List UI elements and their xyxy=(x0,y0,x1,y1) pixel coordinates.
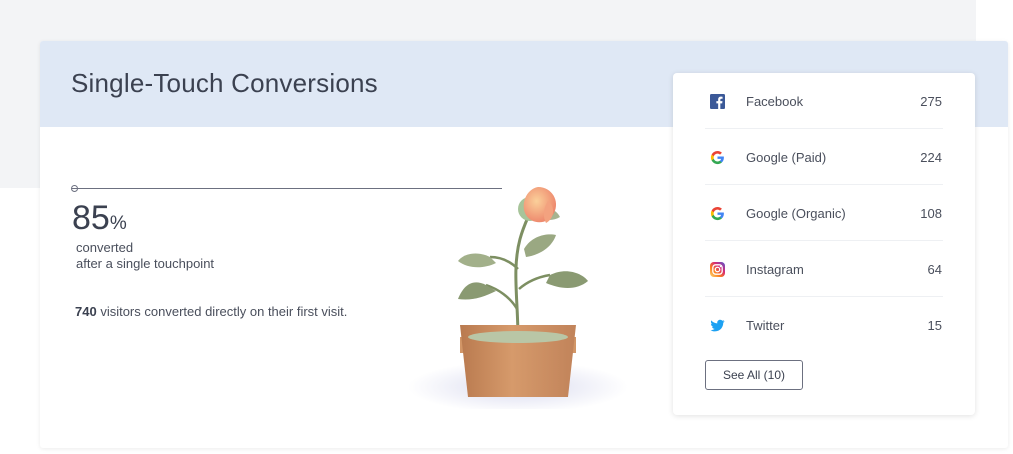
stat-label-touchpoint: after a single touchpoint xyxy=(76,256,215,271)
source-name: Facebook xyxy=(746,94,804,109)
source-row-instagram[interactable]: Instagram 64 xyxy=(673,241,975,297)
percent-value: 85 xyxy=(72,199,110,237)
single-touch-conversions-card: Single-Touch Conversions 85% converted a… xyxy=(40,41,1008,448)
source-count: 15 xyxy=(927,318,942,333)
instagram-icon xyxy=(710,262,725,277)
source-count: 64 xyxy=(927,262,942,277)
plant-illustration xyxy=(408,187,628,409)
stat-label-converted: converted xyxy=(76,240,134,255)
summary-text: 740 visitors converted directly on their… xyxy=(75,304,347,319)
see-all-button[interactable]: See All (10) xyxy=(705,360,803,390)
google-icon xyxy=(710,206,724,221)
source-row-google-organic[interactable]: Google (Organic) 108 xyxy=(673,185,975,241)
conversion-percent: 85% xyxy=(72,199,127,238)
source-name: Instagram xyxy=(746,262,804,277)
summary-count: 740 xyxy=(75,304,97,319)
source-name: Google (Paid) xyxy=(746,150,827,165)
sources-panel: Facebook 275 Google (Paid) 224 Google (O… xyxy=(673,73,975,415)
source-count: 275 xyxy=(920,94,942,109)
google-icon xyxy=(710,150,724,165)
source-name: Google (Organic) xyxy=(746,206,846,221)
source-row-facebook[interactable]: Facebook 275 xyxy=(673,73,975,129)
source-row-google-paid[interactable]: Google (Paid) 224 xyxy=(673,129,975,185)
card-title: Single-Touch Conversions xyxy=(71,68,378,98)
twitter-icon xyxy=(710,319,725,332)
facebook-icon xyxy=(710,94,725,109)
source-count: 108 xyxy=(920,206,942,221)
source-name: Twitter xyxy=(746,318,785,333)
percent-sign: % xyxy=(109,213,127,234)
source-count: 224 xyxy=(920,150,942,165)
source-row-twitter[interactable]: Twitter 15 xyxy=(673,297,975,353)
summary-description: visitors converted directly on their fir… xyxy=(96,304,348,319)
